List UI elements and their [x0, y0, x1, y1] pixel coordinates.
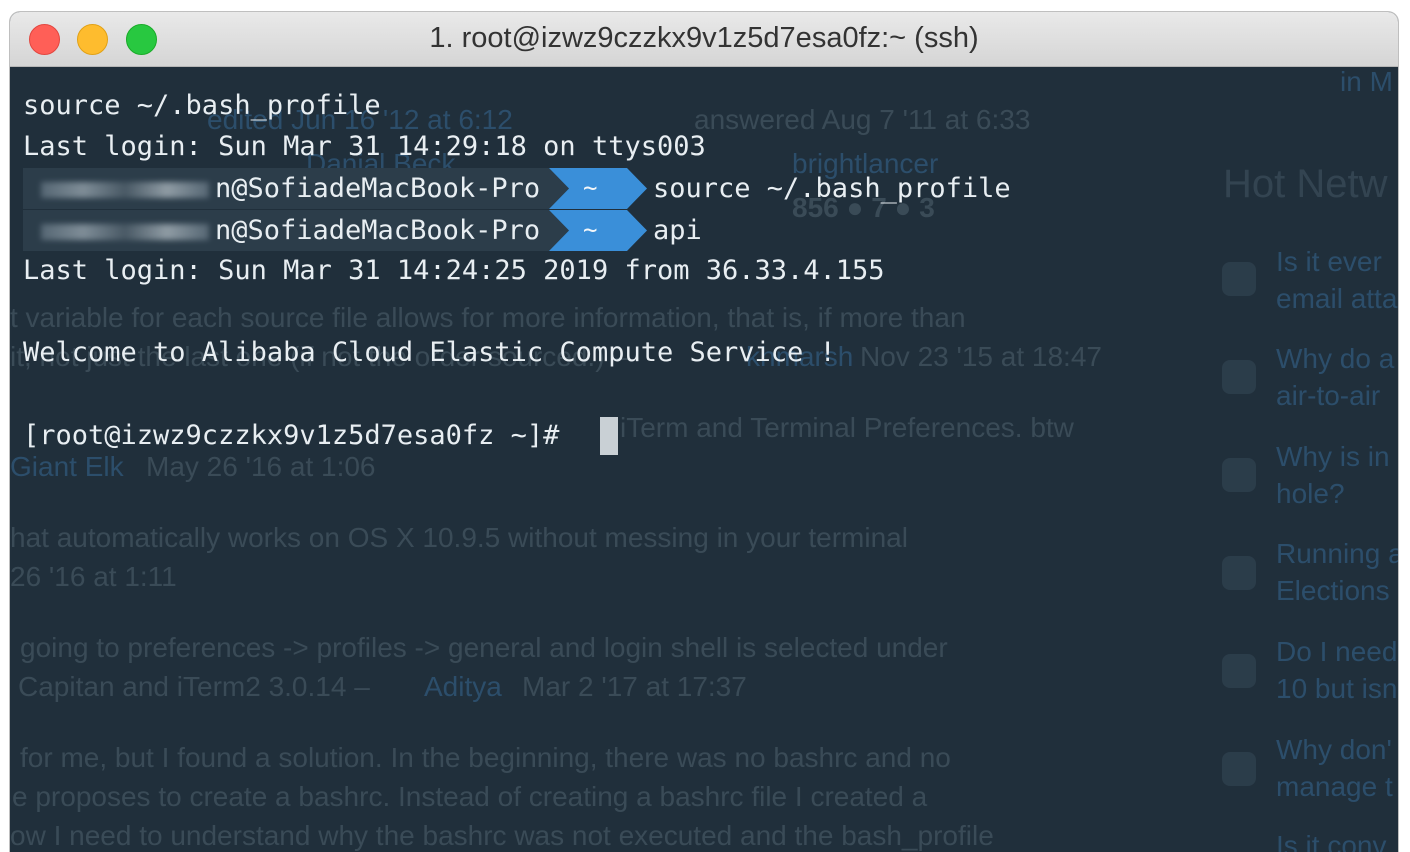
redacted-username — [41, 223, 209, 240]
prompt-dir-segment: ~ — [549, 210, 649, 251]
terminal-line: Last login: Sun Mar 31 14:29:18 on ttys0… — [23, 131, 706, 162]
shell-prompt: [root@izwz9czzkx9v1z5d7esa0fz ~]# — [23, 420, 576, 451]
prompt-dir: ~ — [583, 216, 598, 244]
window-title: 1. root@izwz9czzkx9v1z5d7esa0fz:~ (ssh) — [429, 22, 979, 54]
title-bar[interactable]: 1. root@izwz9czzkx9v1z5d7esa0fz:~ (ssh) — [10, 12, 1398, 67]
prompt-dir: ~ — [583, 174, 598, 202]
prompt-host-segment: n@SofiadeMacBook-Pro — [23, 168, 549, 209]
prompt-host: n@SofiadeMacBook-Pro — [215, 215, 541, 246]
prompt-host-segment: n@SofiadeMacBook-Pro — [23, 210, 549, 251]
prompt-dir-segment: ~ — [549, 168, 649, 209]
text-cursor[interactable] — [600, 417, 618, 455]
powerline-arrow-icon — [549, 210, 647, 251]
terminal-line: Last login: Sun Mar 31 14:24:25 2019 fro… — [23, 255, 885, 286]
prompt-command: api — [653, 215, 702, 246]
prompt-command: source ~/.bash_profile — [653, 173, 1011, 204]
powerline-arrow-icon — [549, 168, 647, 209]
terminal-content[interactable]: source ~/.bash_profile Last login: Sun M… — [10, 66, 1398, 852]
redacted-username — [41, 181, 209, 198]
welcome-message: Welcome to Alibaba Cloud Elastic Compute… — [23, 337, 836, 368]
terminal-window[interactable]: 1. root@izwz9czzkx9v1z5d7esa0fz:~ (ssh) … — [10, 12, 1398, 852]
prompt-host: n@SofiadeMacBook-Pro — [215, 173, 541, 204]
terminal-line: source ~/.bash_profile — [23, 90, 381, 121]
